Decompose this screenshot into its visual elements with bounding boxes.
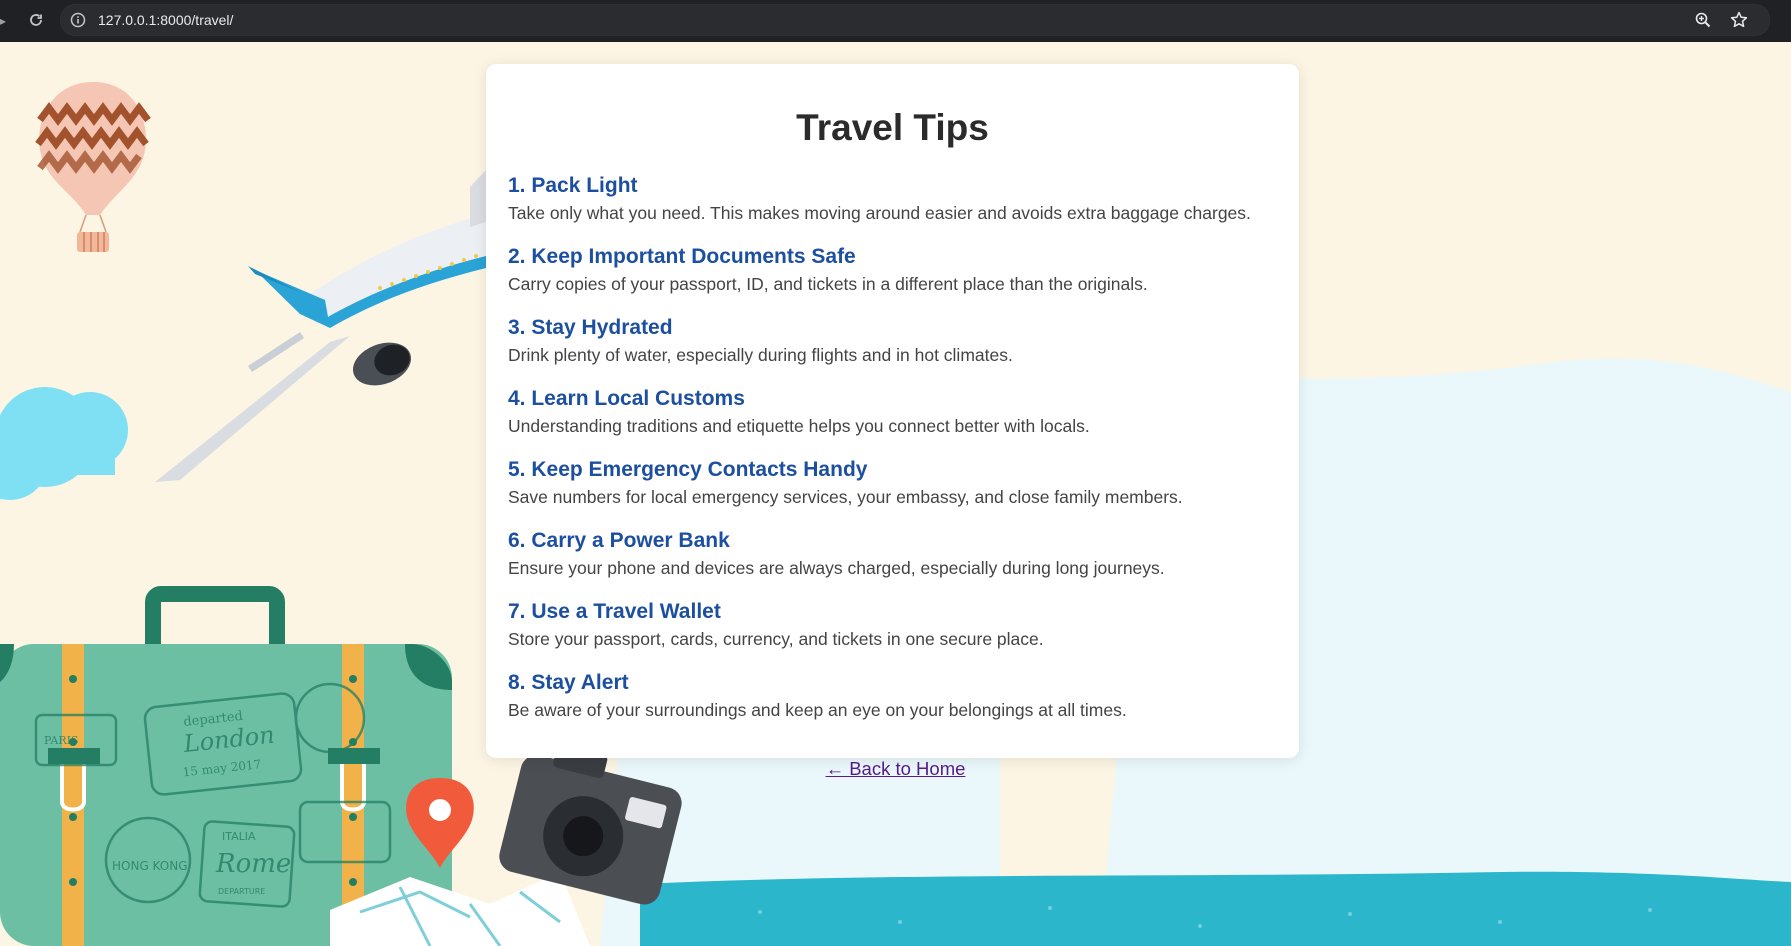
tip-title: 1. Pack Light (508, 174, 638, 197)
tip-text: Drink plenty of water, especially during… (508, 345, 1013, 365)
stamp-rome: Rome (215, 849, 291, 879)
sea-icon (640, 871, 1791, 946)
page-title: Travel Tips (796, 107, 989, 148)
page-viewport: departed London 15 may 2017 PARIS HONG K… (0, 42, 1791, 946)
tip-text: Carry copies of your passport, ID, and t… (508, 274, 1148, 294)
tip-title: 5. Keep Emergency Contacts Handy (508, 458, 868, 481)
tip-item: 3. Stay Hydrated Drink plenty of water, … (508, 315, 1277, 386)
tip-title: 7. Use a Travel Wallet (508, 600, 721, 623)
travel-tips-card: Travel Tips 1. Pack Light Take only what… (486, 64, 1299, 758)
tip-text: Save numbers for local emergency service… (508, 487, 1183, 507)
back-arrow-icon[interactable]: ▸ (0, 14, 6, 28)
airplane-icon (155, 170, 486, 482)
tip-item: 7. Use a Travel Wallet Store your passpo… (508, 599, 1277, 670)
tip-title: 8. Stay Alert (508, 671, 629, 694)
stamp-paris: PARIS (44, 734, 79, 747)
tip-item: 1. Pack Light Take only what you need. T… (508, 173, 1277, 244)
bookmark-star-icon[interactable] (1729, 10, 1749, 30)
tip-text: Store your passport, cards, currency, an… (508, 629, 1044, 649)
tip-text: Take only what you need. This makes movi… (508, 203, 1251, 223)
tip-item: 6. Carry a Power Bank Ensure your phone … (508, 528, 1277, 599)
tip-text: Be aware of your surroundings and keep a… (508, 700, 1127, 720)
tip-item: 2. Keep Important Documents Safe Carry c… (508, 244, 1277, 315)
back-to-home-link[interactable]: ← Back to Home (0, 758, 1791, 780)
url-text[interactable]: 127.0.0.1:8000/travel/ (98, 12, 233, 28)
tip-title: 4. Learn Local Customs (508, 387, 745, 410)
hot-air-balloon-icon (35, 82, 151, 252)
address-bar[interactable]: 127.0.0.1:8000/travel/ (60, 4, 1770, 36)
reload-icon[interactable] (24, 8, 48, 32)
tip-title: 2. Keep Important Documents Safe (508, 245, 856, 268)
zoom-icon[interactable] (1693, 10, 1713, 30)
stamp-italia: ITALIA (222, 830, 256, 843)
tip-item: 4. Learn Local Customs Understanding tra… (508, 386, 1277, 457)
tip-title: 3. Stay Hydrated (508, 316, 673, 339)
tips-list: 1. Pack Light Take only what you need. T… (508, 173, 1277, 741)
tip-text: Understanding traditions and etiquette h… (508, 416, 1090, 436)
tip-item: 8. Stay Alert Be aware of your surroundi… (508, 670, 1277, 741)
tip-text: Ensure your phone and devices are always… (508, 558, 1165, 578)
tip-item: 5. Keep Emergency Contacts Handy Save nu… (508, 457, 1277, 528)
stamp-departure: DEPARTURE (218, 887, 265, 896)
tip-title: 6. Carry a Power Bank (508, 529, 730, 552)
site-info-icon[interactable] (69, 11, 87, 29)
stamp-hongkong: HONG KONG (112, 859, 188, 873)
browser-toolbar: ▸ 127.0.0.1:8000/travel/ (0, 0, 1791, 42)
cloud-icon (0, 387, 128, 500)
